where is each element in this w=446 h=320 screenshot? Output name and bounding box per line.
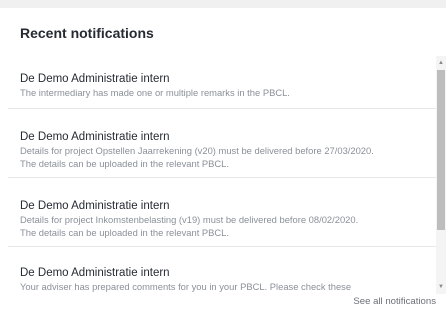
chevron-down-icon[interactable]: ▼ bbox=[436, 282, 446, 292]
notification-item[interactable]: De Demo Administratie intern Details for… bbox=[8, 199, 436, 239]
divider bbox=[8, 246, 436, 247]
see-all-notifications-link[interactable]: See all notifications bbox=[353, 296, 436, 307]
divider bbox=[8, 108, 436, 109]
notification-item[interactable]: De Demo Administratie intern Your advise… bbox=[8, 266, 436, 294]
notification-text-line: The intermediary has made one or multipl… bbox=[20, 87, 290, 98]
notification-text: Details for project Opstellen Jaarrekeni… bbox=[20, 145, 436, 170]
scrollbar-thumb[interactable] bbox=[437, 70, 445, 230]
notification-title: De Demo Administratie intern bbox=[20, 131, 170, 143]
notification-item[interactable]: De Demo Administratie intern The interme… bbox=[8, 72, 436, 100]
notification-text-line: Details for project Opstellen Jaarrekeni… bbox=[20, 145, 374, 156]
notification-item[interactable]: De Demo Administratie intern Details for… bbox=[8, 130, 436, 170]
notification-title: De Demo Administratie intern bbox=[20, 200, 170, 212]
notification-title: De Demo Administratie intern bbox=[20, 267, 170, 279]
notification-text-line: The details can be uploaded in the relev… bbox=[20, 226, 229, 238]
divider bbox=[8, 177, 436, 178]
notification-text-line: Your adviser has prepared comments for y… bbox=[20, 281, 352, 292]
notification-text-line: The details can be uploaded in the relev… bbox=[20, 157, 229, 169]
notification-text-line: Details for project Inkomstenbelasting (… bbox=[20, 214, 359, 225]
notifications-list[interactable]: De Demo Administratie intern The interme… bbox=[8, 56, 436, 294]
notification-text: Details for project Inkomstenbelasting (… bbox=[20, 214, 436, 239]
notifications-panel: Recent notifications De Demo Administrat… bbox=[0, 8, 446, 320]
chevron-up-icon[interactable]: ▲ bbox=[436, 58, 446, 68]
scrollbar[interactable]: ▲ ▼ bbox=[436, 56, 446, 294]
notification-text: Your adviser has prepared comments for y… bbox=[20, 281, 436, 294]
panel-title: Recent notifications bbox=[20, 25, 154, 41]
notification-text: The intermediary has made one or multipl… bbox=[20, 87, 436, 100]
notification-title: De Demo Administratie intern bbox=[20, 73, 170, 85]
